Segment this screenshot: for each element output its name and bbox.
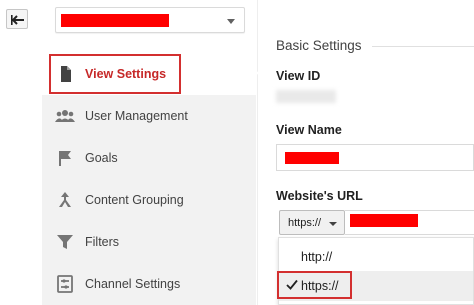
redacted-website-url	[350, 214, 418, 227]
sidebar-item-label: Channel Settings	[85, 277, 181, 291]
sidebar-item-goals[interactable]: Goals	[42, 137, 256, 179]
option-label: http://	[301, 250, 333, 264]
protocol-selected-value: https://	[288, 217, 322, 229]
sidebar-divider	[257, 0, 258, 305]
view-name-label: View Name	[276, 123, 342, 137]
people-icon	[55, 110, 75, 122]
sidebar-item-label: Filters	[85, 235, 120, 249]
sidebar-item-channel-settings[interactable]: Channel Settings	[42, 263, 256, 305]
redacted-view-name-value	[285, 152, 339, 164]
chevron-down-icon	[227, 19, 235, 24]
view-name-input[interactable]	[276, 144, 474, 171]
chevron-down-icon	[329, 222, 337, 226]
sidebar-item-filters[interactable]: Filters	[42, 221, 256, 263]
grouping-icon	[59, 192, 71, 207]
https-option-highlight-box	[277, 271, 352, 299]
protocol-select[interactable]: https://	[279, 210, 345, 235]
redacted-view-name	[61, 14, 169, 27]
flag-icon	[59, 151, 71, 166]
view-id-value-redacted	[276, 90, 336, 103]
view-selector-dropdown[interactable]	[55, 7, 245, 33]
back-button[interactable]	[6, 9, 28, 29]
website-url-label: Website's URL	[276, 189, 363, 203]
section-divider	[372, 46, 474, 47]
sidebar-item-user-management[interactable]: User Management	[42, 95, 256, 137]
sidebar-item-label: Content Grouping	[85, 193, 184, 207]
sidebar-item-label: Goals	[85, 151, 118, 165]
back-arrow-icon	[11, 15, 24, 25]
view-settings-highlight-box	[49, 54, 181, 94]
protocol-option-http[interactable]: http://	[279, 242, 473, 272]
sidebar-item-content-grouping[interactable]: Content Grouping	[42, 179, 256, 221]
section-title: Basic Settings	[276, 38, 362, 53]
sidebar-item-label: User Management	[85, 109, 188, 123]
view-id-label: View ID	[276, 69, 321, 83]
active-item-pointer	[256, 66, 264, 80]
filter-icon	[57, 235, 73, 249]
channel-settings-icon	[57, 275, 73, 293]
